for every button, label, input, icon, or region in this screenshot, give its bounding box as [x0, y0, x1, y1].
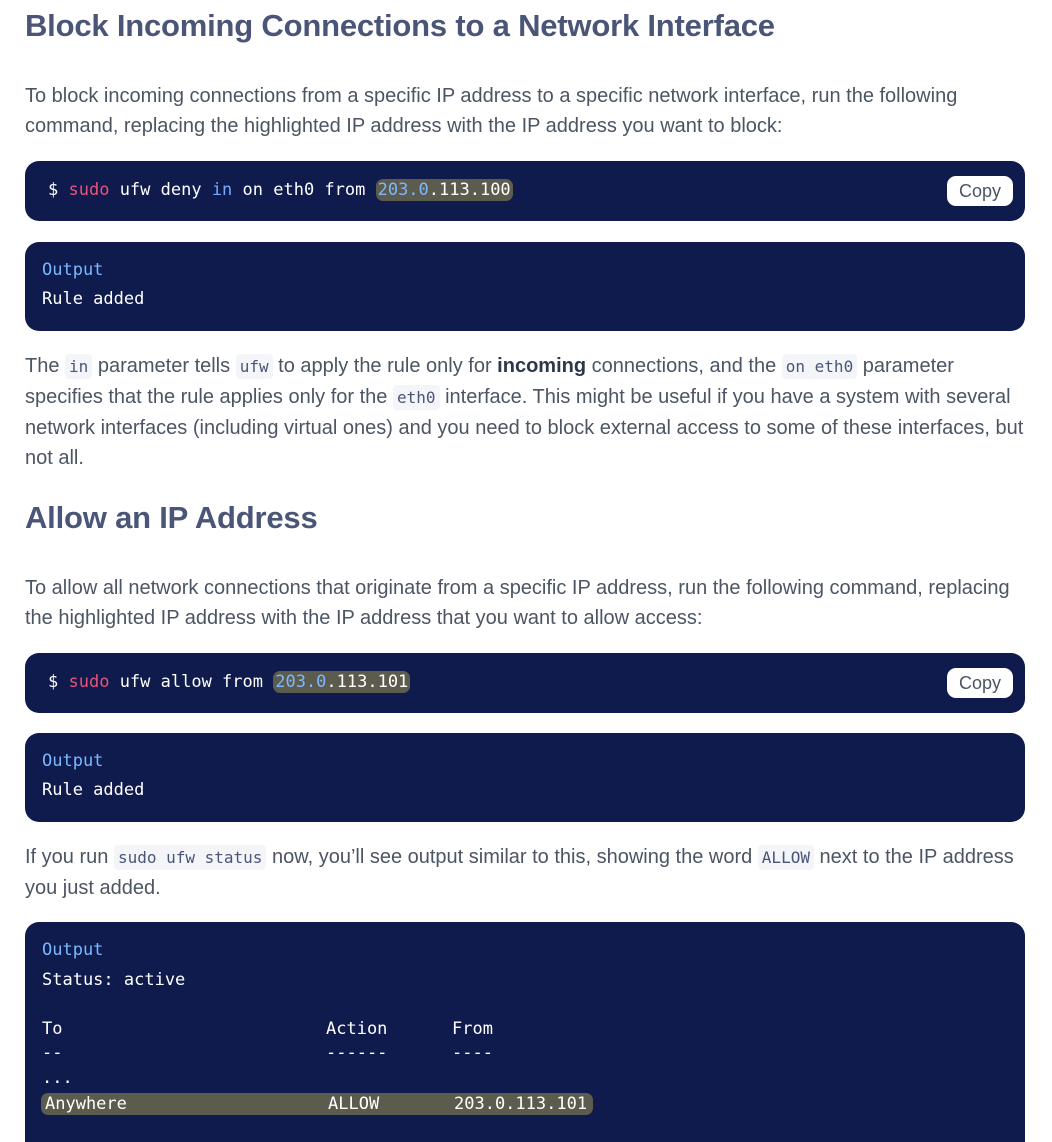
output-line: Rule added — [42, 780, 145, 800]
output-label: Output — [42, 751, 104, 771]
highlighted-ip: 203.0.113.101 — [273, 671, 411, 693]
column-divider-to: -- — [42, 1043, 63, 1063]
inline-code: ALLOW — [757, 845, 814, 870]
column-header-from: From — [452, 1019, 493, 1039]
command-block-allow: $ sudo ufw allow from 203.0.113.101 Copy — [25, 653, 1025, 713]
row-from: 203.0.113.101 — [454, 1094, 588, 1114]
ip-rest-part: .113.100 — [428, 180, 511, 200]
paragraph-allow-intro: To allow all network connections that or… — [25, 577, 1010, 629]
command-line[interactable]: $ sudo ufw deny in on eth0 from 203.0.11… — [48, 179, 513, 201]
row-action: ALLOW — [328, 1094, 380, 1114]
ip-highlight-part: 203.0 — [275, 672, 327, 692]
ellipsis-line: ... — [42, 1068, 73, 1088]
highlighted-ip: 203.0.113.100 — [375, 179, 513, 201]
bold-text: incoming — [497, 355, 587, 377]
paragraph-block-intro: To block incoming connections from a spe… — [25, 85, 958, 137]
text: If you run — [25, 846, 114, 868]
paragraph-block-explain: The in parameter tells ufw to apply the … — [25, 351, 1025, 473]
heading-block-incoming: Block Incoming Connections to a Network … — [25, 8, 775, 43]
column-divider-from: ---- — [452, 1043, 493, 1063]
column-divider-action: ------ — [326, 1043, 388, 1063]
output-block-allow: Output Rule added — [25, 733, 1025, 822]
prompt-symbol: $ — [48, 672, 59, 692]
inline-code: on eth0 — [781, 354, 858, 379]
column-header-to: To — [42, 1019, 63, 1039]
prompt-symbol: $ — [48, 180, 59, 200]
command-block-deny: $ sudo ufw deny in on eth0 from 203.0.11… — [25, 161, 1025, 221]
heading-allow-ip: Allow an IP Address — [25, 500, 318, 535]
output-block-status: Output Status: active To Action From -- … — [25, 922, 1025, 1142]
text: connections, and the — [586, 355, 782, 377]
ip-rest-part: .113.101 — [326, 672, 409, 692]
output-block-deny: Output Rule added — [25, 242, 1025, 331]
inline-code: in — [65, 354, 93, 379]
ip-highlight-part: 203.0 — [377, 180, 429, 200]
inline-code: eth0 — [393, 385, 440, 410]
command-text: ufw allow from — [109, 672, 274, 692]
command-text: ufw deny — [109, 180, 212, 200]
keyword-sudo: sudo — [68, 180, 110, 200]
paragraph-allow-explain: If you run sudo ufw status now, you’ll s… — [25, 842, 1025, 903]
text: to apply the rule only for — [272, 355, 498, 377]
inline-code: sudo ufw status — [113, 845, 267, 870]
row-to: Anywhere — [45, 1094, 127, 1114]
status-line: Status: active — [42, 970, 186, 990]
inline-code: ufw — [235, 354, 273, 379]
command-line[interactable]: $ sudo ufw allow from 203.0.113.101 — [48, 671, 411, 693]
copy-button[interactable]: Copy — [947, 668, 1013, 698]
column-header-action: Action — [326, 1019, 388, 1039]
text: now, you’ll see output similar to this, … — [266, 846, 758, 868]
output-line: Rule added — [42, 289, 145, 309]
keyword-sudo: sudo — [68, 672, 110, 692]
text: The — [25, 355, 66, 377]
output-label: Output — [42, 940, 104, 960]
output-label: Output — [42, 260, 104, 280]
command-text: on eth0 from — [232, 180, 376, 200]
copy-button[interactable]: Copy — [947, 176, 1013, 206]
text: parameter tells — [92, 355, 236, 377]
keyword-in: in — [211, 180, 233, 200]
